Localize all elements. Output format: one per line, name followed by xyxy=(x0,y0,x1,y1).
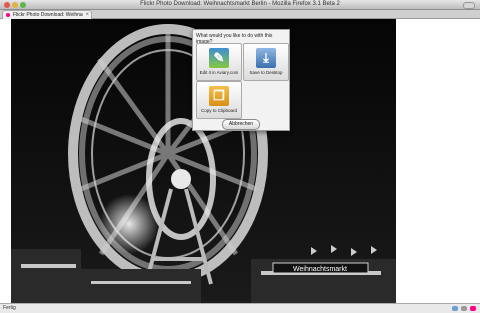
market-sign-text: Weihnachtsmarkt xyxy=(293,266,347,273)
copy-to-clipboard-button[interactable]: ❐ Copy to Clipboard xyxy=(196,81,242,119)
copy-to-clipboard-label: Copy to Clipboard xyxy=(200,108,238,113)
status-icons xyxy=(452,306,476,311)
toolbar-toggle-button[interactable] xyxy=(463,2,475,9)
desktop-icon: ⤓ xyxy=(256,48,276,68)
flickr-icon xyxy=(6,13,10,17)
clipboard-icon: ❐ xyxy=(209,86,229,106)
activity-icon[interactable] xyxy=(461,306,467,311)
edit-in-aviary-button[interactable]: ✎ Edit it in Aviary.com xyxy=(196,43,242,81)
page-content: Weihnachtsmarkt What would you like to d… xyxy=(0,19,480,303)
aviary-icon: ✎ xyxy=(209,48,229,68)
tab-flickr-photo-download[interactable]: Flickr Photo Download: Weihnachtsmarkt B… xyxy=(2,10,92,19)
edit-in-aviary-label: Edit it in Aviary.com xyxy=(199,70,239,75)
image-action-dialog: What would you like to do with this imag… xyxy=(192,29,290,131)
save-to-desktop-label: Save to Desktop xyxy=(249,70,283,75)
title-bar: Flickr Photo Download: Weihnachtsmarkt B… xyxy=(0,0,480,10)
save-to-desktop-button[interactable]: ⤓ Save to Desktop xyxy=(243,43,289,81)
flickr-status-icon[interactable] xyxy=(470,306,476,311)
tab-bar: Flickr Photo Download: Weihnachtsmarkt B… xyxy=(0,10,480,19)
window-title: Flickr Photo Download: Weihnachtsmarkt B… xyxy=(140,1,340,7)
tab-close-icon[interactable]: × xyxy=(85,11,89,19)
tab-label: Flickr Photo Download: Weihnachtsmarkt B… xyxy=(13,12,83,18)
addon-icon[interactable] xyxy=(452,306,458,311)
cancel-button[interactable]: Abbrechen xyxy=(222,119,260,130)
